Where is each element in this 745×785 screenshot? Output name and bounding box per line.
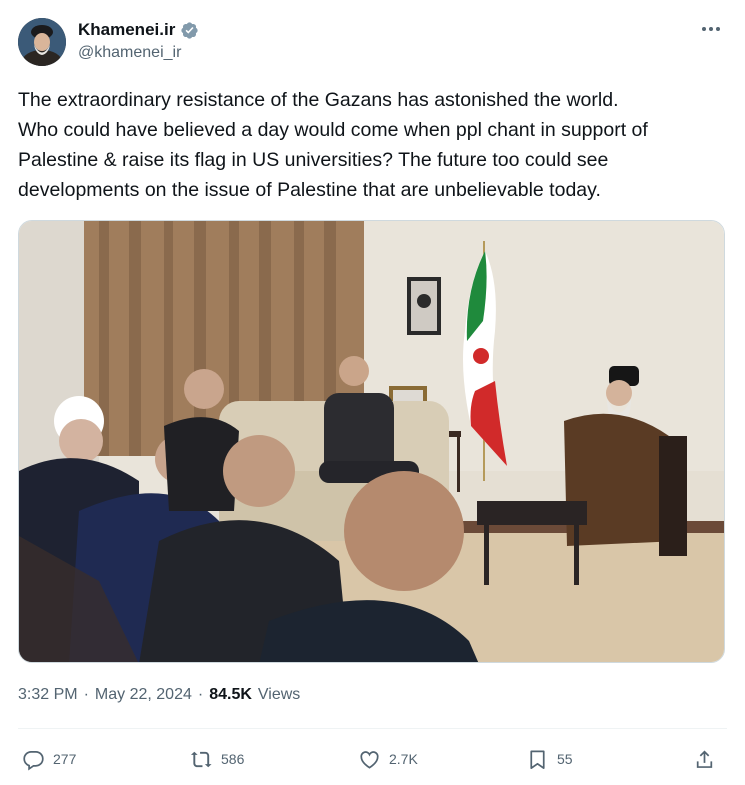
like-button[interactable]: 2.7K	[358, 744, 418, 774]
bookmark-button[interactable]: 55	[526, 744, 573, 774]
tweet-date[interactable]: May 22, 2024	[95, 686, 192, 704]
reply-button[interactable]: 277	[22, 744, 76, 774]
verified-badge-icon	[180, 21, 199, 40]
views-label: Views	[257, 686, 301, 703]
reply-icon	[23, 750, 44, 771]
tweet-photo[interactable]	[18, 220, 725, 663]
more-options-button[interactable]	[699, 22, 723, 36]
meta-separator: ·	[83, 686, 89, 703]
more-icon	[702, 27, 706, 31]
share-button[interactable]	[693, 744, 716, 774]
author-info: Khamenei.ir @khamenei_ir	[78, 19, 199, 62]
tweet-meta: 3:32 PM · May 22, 2024 · 84.5K Views	[18, 684, 300, 706]
avatar[interactable]	[18, 18, 66, 66]
share-icon	[696, 749, 713, 768]
like-count: 2.7K	[389, 751, 418, 767]
bookmark-icon	[530, 749, 545, 769]
action-bar: 277 586 2.7K 55	[18, 744, 728, 774]
handle[interactable]: @khamenei_ir	[78, 44, 199, 62]
bookmark-count: 55	[557, 751, 573, 767]
divider	[18, 728, 727, 729]
display-name[interactable]: Khamenei.ir	[78, 20, 175, 40]
heart-icon	[360, 750, 379, 769]
views-count: 84.5K	[209, 686, 252, 703]
repost-button[interactable]: 586	[190, 744, 244, 774]
repost-count: 586	[221, 751, 245, 767]
reply-count: 277	[53, 751, 77, 767]
repost-icon	[190, 751, 212, 767]
meta-separator: ·	[197, 686, 204, 703]
tweet-text: The extraordinary resistance of the Gaza…	[18, 89, 648, 201]
tweet-time[interactable]: 3:32 PM	[18, 686, 78, 704]
tweet: Khamenei.ir @khamenei_ir The extraordina…	[0, 0, 745, 785]
